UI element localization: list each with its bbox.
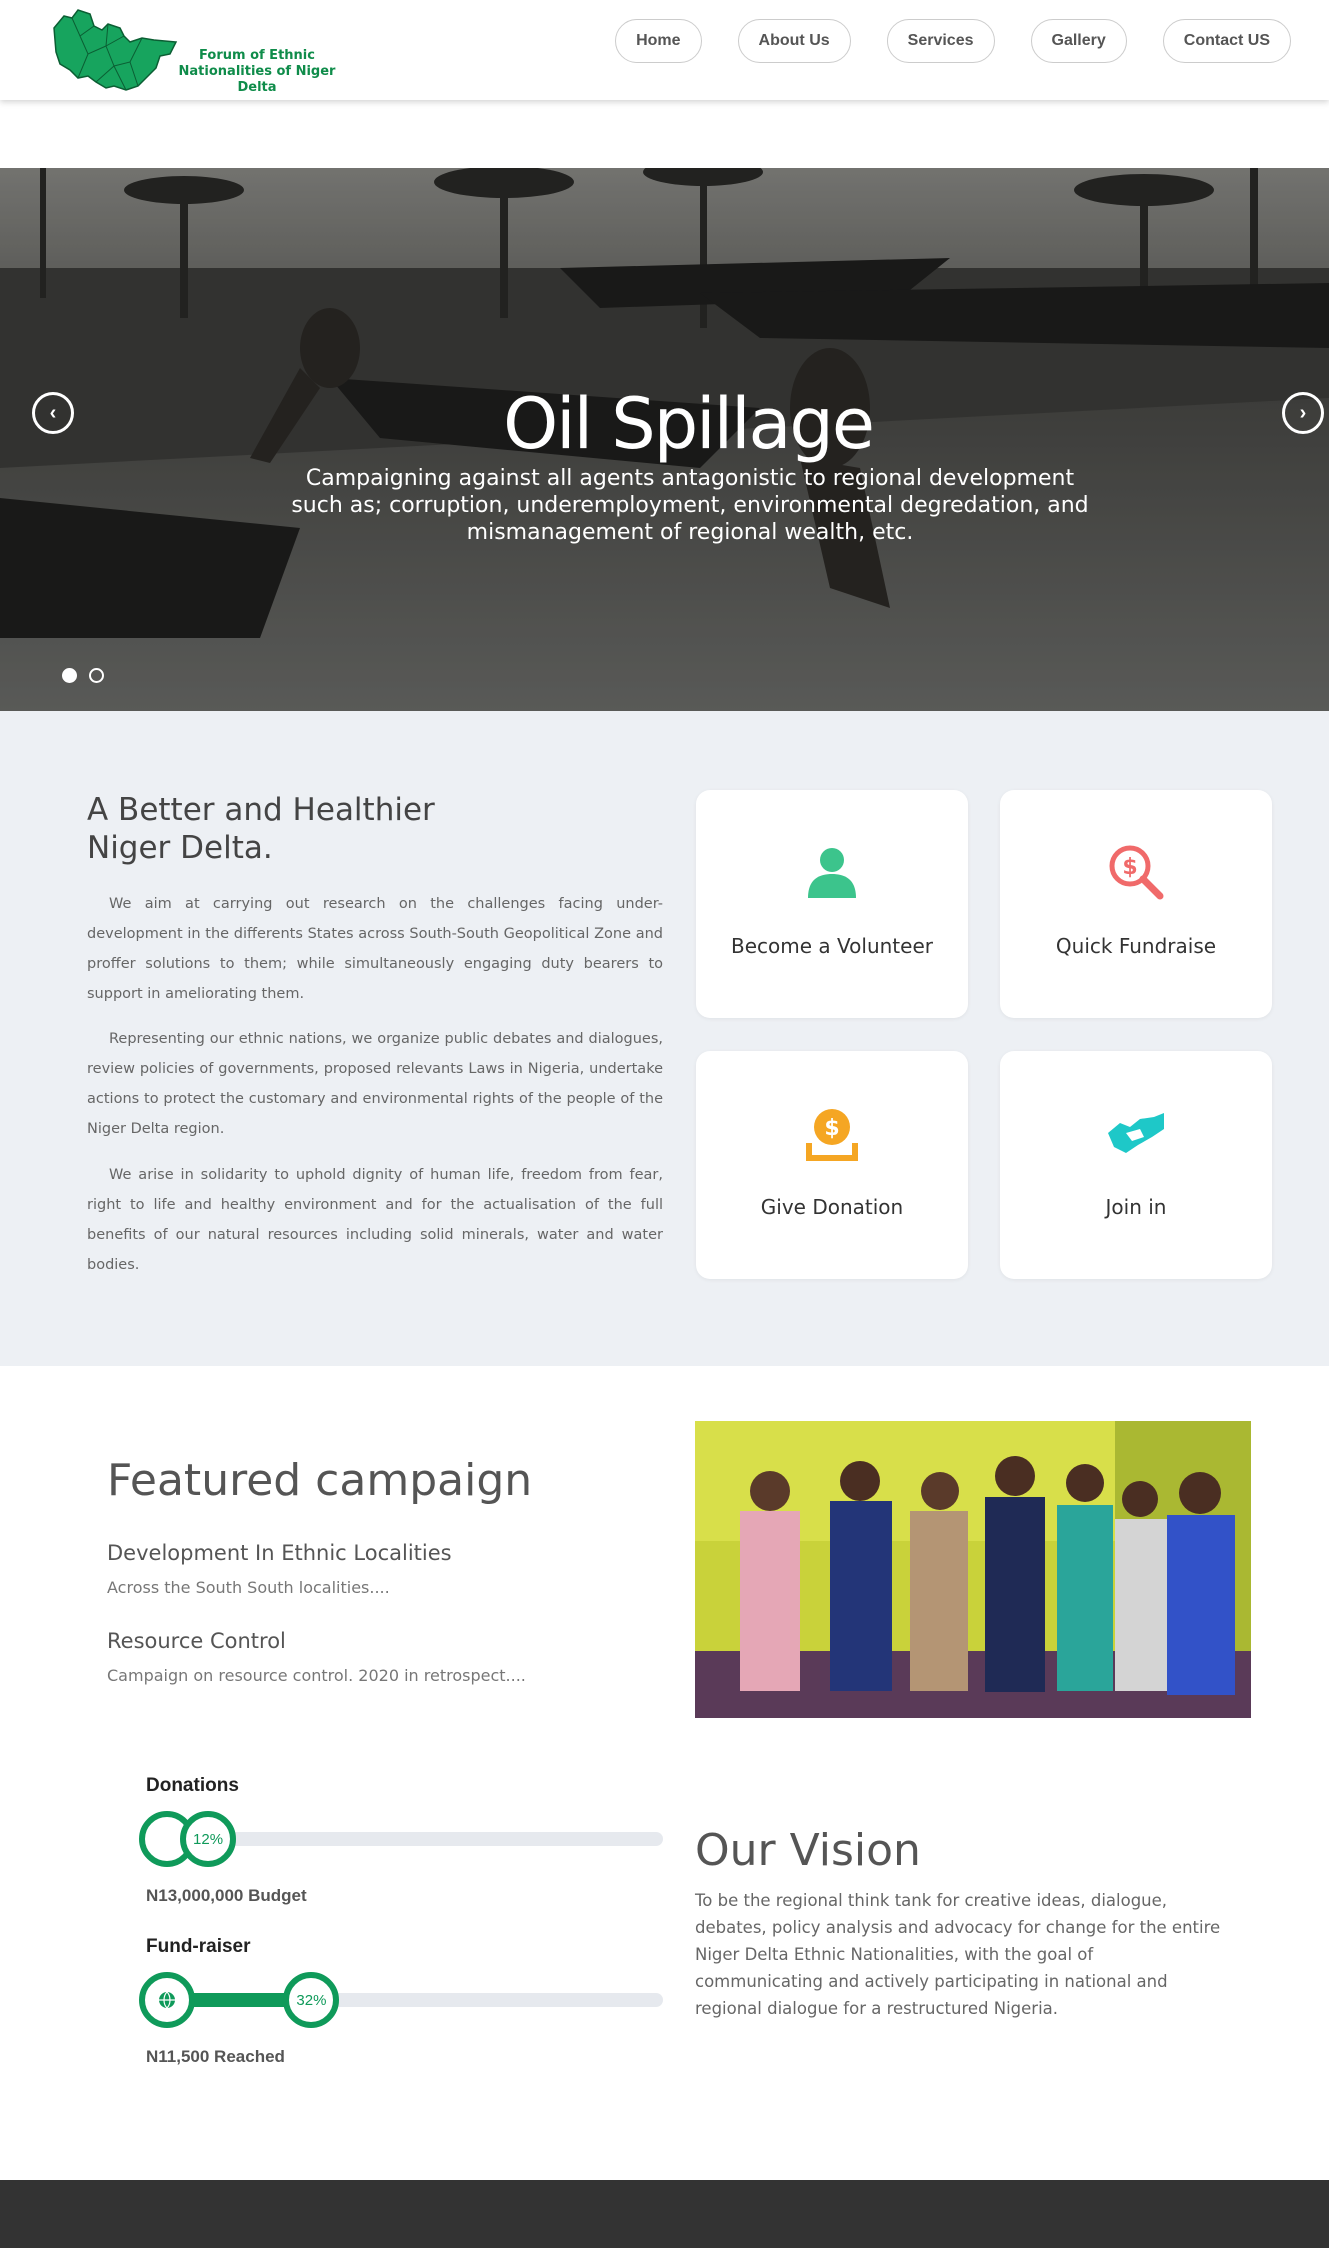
campaign-desc-1: Across the South South localities....	[107, 1578, 390, 1597]
money-search-icon: $	[1109, 845, 1164, 900]
card-label: Give Donation	[760, 1195, 904, 1219]
card-label: Join in	[1105, 1195, 1167, 1219]
handshake-icon	[1108, 1113, 1164, 1153]
chevron-left-icon: ‹	[49, 401, 57, 424]
card-label: Quick Fundraise	[1055, 934, 1217, 958]
featured-title: Featured campaign	[107, 1455, 533, 1506]
progress-note-fundraiser: N11,500 Reached	[146, 2047, 285, 2066]
progress-percent-donations: 12%	[180, 1811, 237, 1867]
site-footer	[0, 2180, 1329, 2248]
hero-carousel: Oil Spillage Campaigning against all age…	[0, 168, 1329, 711]
nav-contact-us[interactable]: Contact US	[1162, 19, 1291, 63]
globe-icon	[159, 1991, 175, 2009]
site-header: Forum of Ethnic Nationalities of Niger D…	[0, 0, 1329, 100]
progress-start-circle	[139, 1972, 195, 2028]
nav-gallery[interactable]: Gallery	[1030, 19, 1127, 63]
logo-line1: Forum of Ethnic	[199, 48, 315, 63]
campaign-title-1[interactable]: Development In Ethnic Localities	[107, 1541, 452, 1565]
about-paragraph-2: Representing our ethnic nations, we orga…	[87, 1031, 663, 1137]
card-give-donation[interactable]: $ Give Donation	[696, 1051, 968, 1279]
progress-label-fundraiser: Fund-raiser	[146, 1936, 251, 1957]
main-nav: Home About Us Services Gallery Contact U…	[615, 19, 1291, 63]
card-quick-fundraise[interactable]: $ Quick Fundraise	[1000, 790, 1272, 1018]
card-become-volunteer[interactable]: Become a Volunteer	[696, 790, 968, 1018]
progress-label-donations: Donations	[146, 1775, 239, 1796]
niger-delta-map-icon	[53, 9, 178, 91]
progress-track-fundraiser	[146, 1993, 663, 2007]
group-photo-image	[695, 1421, 1251, 1718]
donation-icon: $	[806, 1109, 858, 1161]
chevron-right-icon: ›	[1299, 401, 1307, 424]
about-section: A Better and Healthier Niger Delta. We a…	[0, 711, 1329, 1366]
hero-subtitle: Campaigning against all agents antagonis…	[291, 466, 1089, 545]
card-label: Become a Volunteer	[731, 934, 933, 958]
about-title: A Better and Healthier Niger Delta.	[87, 792, 435, 866]
carousel-prev-button[interactable]: ‹	[32, 392, 74, 434]
site-logo[interactable]: Forum of Ethnic Nationalities of Niger D…	[50, 6, 350, 98]
svg-text:$: $	[1122, 855, 1137, 880]
campaign-title-2[interactable]: Resource Control	[107, 1629, 286, 1653]
vision-text: To be the regional think tank for creati…	[695, 1891, 1221, 2018]
progress-percent-fundraiser: 32%	[283, 1972, 340, 2028]
hero-title: Oil Spillage	[503, 383, 875, 465]
nav-home[interactable]: Home	[615, 19, 702, 63]
carousel-dot-1[interactable]	[62, 668, 77, 683]
about-paragraph-1: We aim at carrying out research on the c…	[87, 896, 663, 1002]
card-join-in[interactable]: Join in	[1000, 1051, 1272, 1279]
svg-text:$: $	[824, 1116, 839, 1141]
campaign-desc-2: Campaign on resource control. 2020 in re…	[107, 1666, 526, 1685]
carousel-next-button[interactable]: ›	[1282, 392, 1324, 434]
about-paragraph-3: We arise in solidarity to uphold dignity…	[87, 1167, 663, 1273]
nav-services[interactable]: Services	[886, 19, 995, 63]
vision-title: Our Vision	[695, 1825, 921, 1876]
logo-line2: Nationalities of Niger Delta	[178, 64, 336, 95]
carousel-dot-2[interactable]	[89, 668, 104, 683]
nav-about-us[interactable]: About Us	[737, 19, 851, 63]
featured-photo	[695, 1421, 1251, 1718]
user-icon	[808, 848, 856, 898]
progress-note-donations: N13,000,000 Budget	[146, 1886, 307, 1905]
